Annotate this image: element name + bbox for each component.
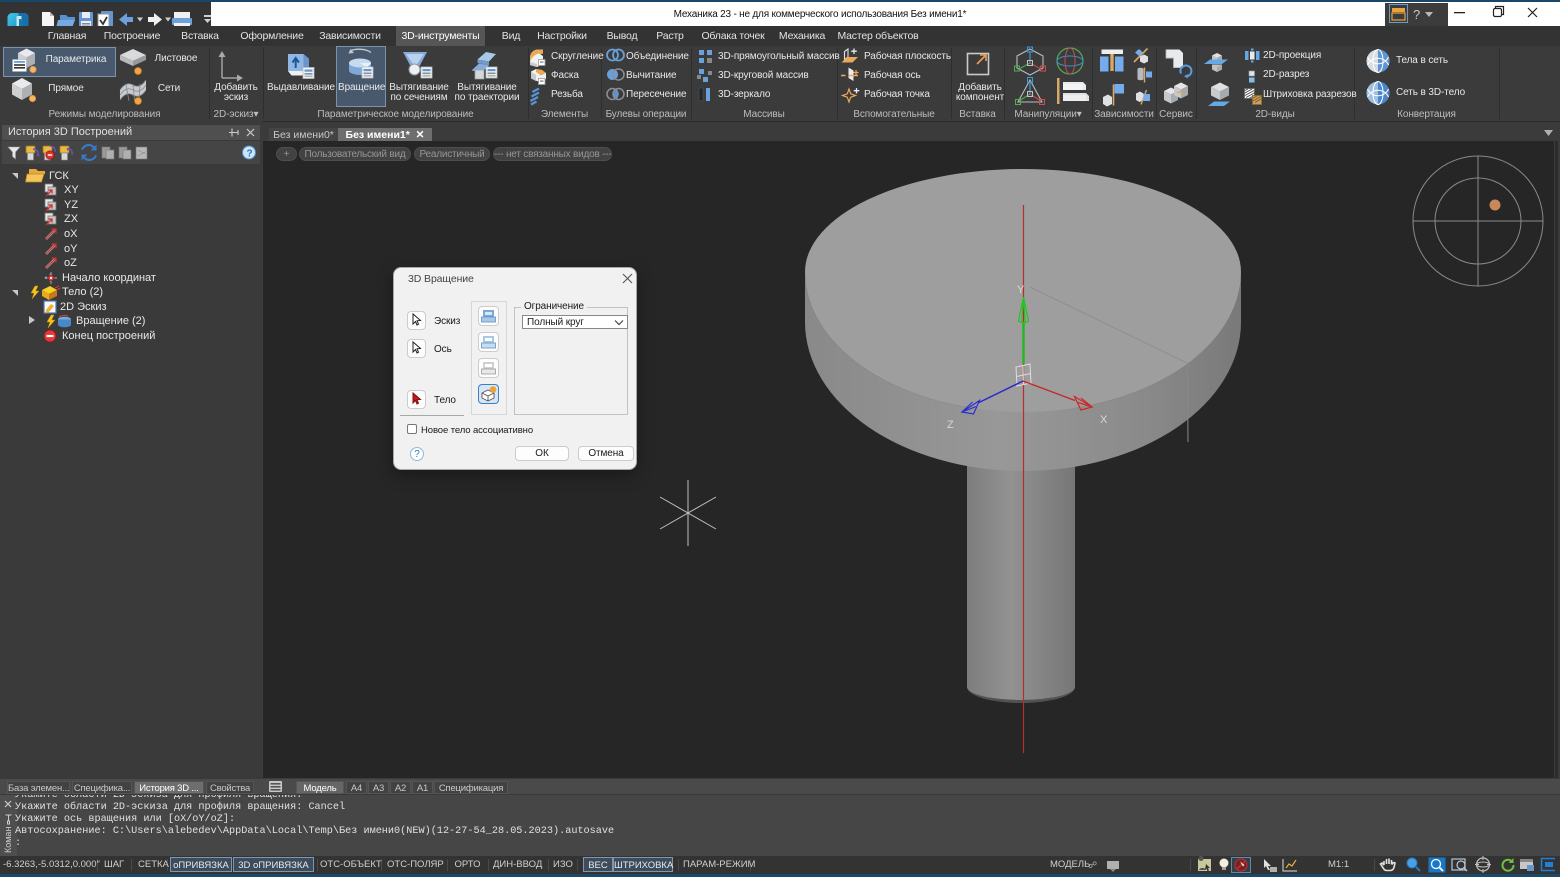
svg-text:?: ? [1413, 7, 1420, 22]
svg-text:Y: Y [1017, 284, 1025, 296]
svg-text:Коман: Коман [3, 827, 13, 853]
svg-text:☍: ☍ [1088, 860, 1097, 870]
svg-text:X: X [1100, 414, 1108, 426]
svg-text:Z: Z [947, 419, 954, 431]
svg-text:?: ? [247, 149, 253, 160]
